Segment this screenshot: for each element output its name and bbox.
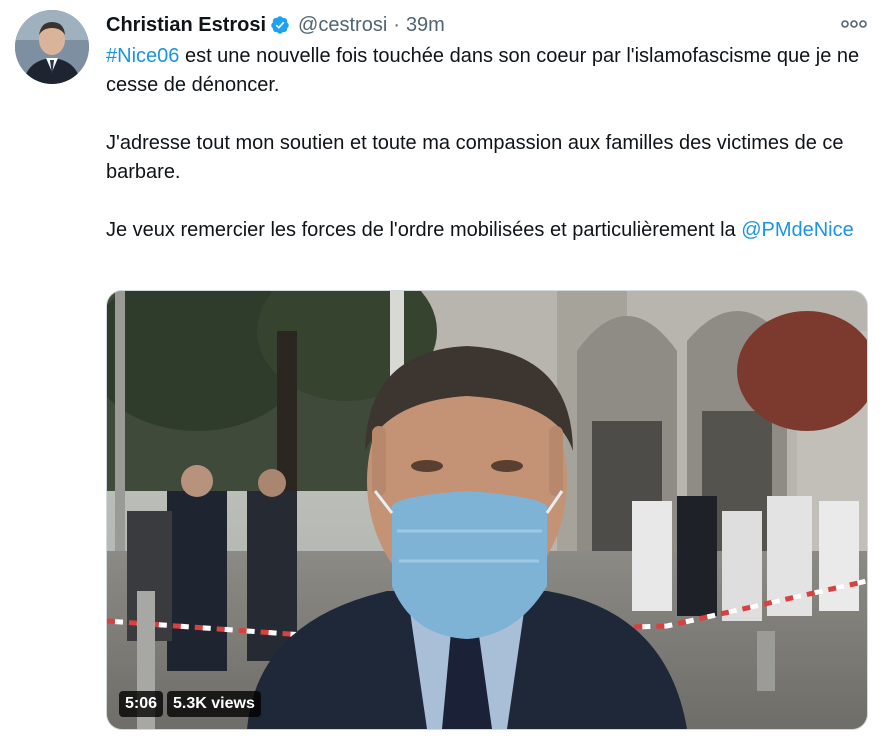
author-display-name[interactable]: Christian Estrosi <box>106 14 266 37</box>
tweet-paragraph-3: Je veux remercier les forces de l'ordre … <box>106 216 876 245</box>
separator-dot: · <box>393 13 400 36</box>
paragraph-1-text: est une nouvelle fois touchée dans son c… <box>106 45 860 96</box>
more-options-button[interactable] <box>838 14 870 34</box>
video-badges: 5:06 5.3K views <box>119 691 261 717</box>
video-views: 5.3K views <box>167 691 261 717</box>
video-thumbnail <box>107 291 867 729</box>
tweet-timestamp[interactable]: 39m <box>406 14 445 37</box>
avatar-image <box>15 10 89 84</box>
tweet-paragraph-1: #Nice06 est une nouvelle fois touchée da… <box>106 42 876 100</box>
hashtag-link[interactable]: #Nice06 <box>106 45 179 67</box>
more-dots-icon <box>841 20 867 28</box>
tweet-header: Christian Estrosi @cestrosi · 39m <box>106 10 445 40</box>
verified-badge-icon <box>270 15 290 35</box>
paragraph-3-text: Je veux remercier les forces de l'ordre … <box>106 219 742 241</box>
tweet-card: Christian Estrosi @cestrosi · 39m #Nice0… <box>0 0 891 743</box>
tweet-text: #Nice06 est une nouvelle fois touchée da… <box>106 42 876 245</box>
video-player[interactable]: 5:06 5.3K views <box>106 290 868 730</box>
video-duration: 5:06 <box>119 691 164 717</box>
avatar[interactable] <box>15 10 89 84</box>
author-handle[interactable]: @cestrosi <box>298 14 387 37</box>
mention-link[interactable]: @PMdeNice <box>741 219 854 241</box>
tweet-paragraph-2: J'adresse tout mon soutien et toute ma c… <box>106 132 844 183</box>
